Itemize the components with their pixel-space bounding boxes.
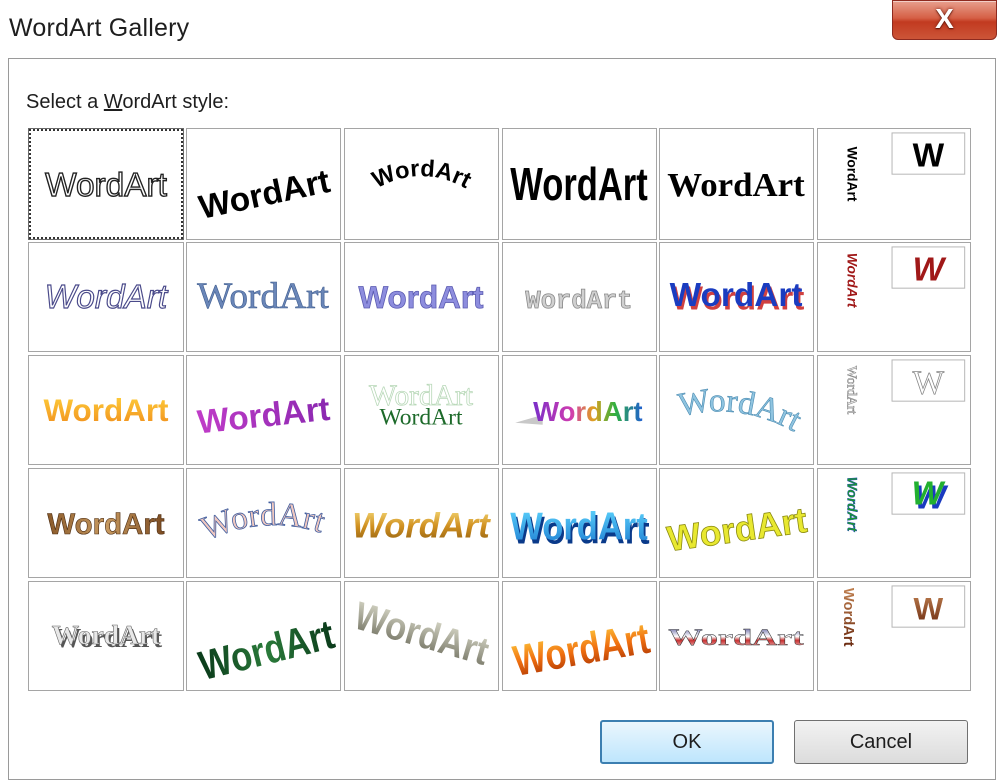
style-sample-text: WordArt (45, 167, 168, 204)
style-sample-text: WordArt (510, 615, 654, 686)
wordart-style-grid: WordArt WordArt WordArt WordArt WordArt … (28, 128, 972, 692)
style-sample-text: WordArt (665, 501, 810, 559)
close-icon: X (935, 3, 954, 34)
style-sample-text: WordArt (52, 620, 161, 650)
style-sample-text: WordArt (675, 382, 808, 440)
wordart-style-29[interactable]: WordArt (659, 581, 814, 691)
wordart-style-10[interactable]: WordArt (502, 242, 657, 352)
style-sample-text: WordArt (47, 508, 164, 541)
style-sample-text: WordArt (510, 505, 647, 549)
wordart-style-27[interactable]: WordArt (344, 581, 499, 691)
wordart-style-9[interactable]: WordArt (344, 242, 499, 352)
close-button[interactable]: X (892, 0, 997, 40)
style-sample-vertical-text: WordArt (844, 147, 859, 202)
style-sample-vertical-text: WordArt (840, 588, 856, 647)
cancel-button[interactable]: Cancel (794, 720, 968, 764)
style-sample-letter: W (913, 137, 945, 174)
style-sample-text: WordArt (368, 155, 476, 193)
style-sample-text: WordArt (525, 287, 632, 316)
wordart-style-25[interactable]: WordArt WordArt (28, 581, 184, 691)
wordart-style-24[interactable]: WordArt WW (817, 468, 971, 578)
wordart-style-28[interactable]: WordArt (502, 581, 657, 691)
style-sample-vertical-text: WordArt (844, 253, 859, 309)
wordart-style-5[interactable]: WordArt (659, 128, 814, 240)
style-sample-letter: W (912, 475, 946, 512)
style-sample-text: WordArt (196, 163, 334, 227)
style-sample-text: WordArt (196, 495, 331, 548)
accelerator-key: W (103, 91, 123, 113)
svg-text:WordArt: WordArt (675, 382, 808, 439)
wordart-style-21[interactable]: WordArt (344, 468, 499, 578)
wordart-style-18[interactable]: WordArt W (817, 355, 971, 465)
style-sample-letter: W (914, 591, 944, 626)
svg-text:WordArt: WordArt (196, 496, 330, 548)
style-sample-text: WordArt (667, 167, 805, 204)
wordart-style-17[interactable]: WordArt (659, 355, 814, 465)
style-sample-text: WordArt (668, 625, 804, 651)
style-sample-text: WordArt (349, 594, 493, 674)
wordart-style-20[interactable]: WordArt (186, 468, 341, 578)
dialog-title: WordArt Gallery (9, 14, 190, 42)
style-sample-letter: W (913, 364, 945, 401)
wordart-style-15[interactable]: WordArt WordArt (344, 355, 499, 465)
wordart-style-19[interactable]: WordArt (28, 468, 184, 578)
style-sample-text: WordArt (510, 158, 647, 210)
ok-button[interactable]: OK (600, 720, 774, 764)
wordart-style-23[interactable]: WordArt (659, 468, 814, 578)
wordart-style-13[interactable]: WordArt (28, 355, 184, 465)
style-sample-text: WordArt (43, 393, 169, 428)
style-sample-text: WordArt (533, 396, 642, 427)
wordart-style-14[interactable]: WordArt (186, 355, 341, 465)
wordart-style-12[interactable]: WordArt W (817, 242, 971, 352)
style-sample-vertical-text: WordArt (844, 366, 859, 415)
style-sample-text: WordArt (358, 280, 484, 315)
wordart-style-30[interactable]: WordArt W (817, 581, 971, 691)
wordart-style-7[interactable]: WordArt (28, 242, 184, 352)
style-sample-text: WordArt (196, 391, 332, 442)
style-sample-letter: W (913, 251, 947, 288)
wordart-style-22[interactable]: WordArt WordArt (502, 468, 657, 578)
wordart-style-3[interactable]: WordArt (344, 128, 499, 240)
title-bar: WordArt Gallery X (0, 0, 1000, 56)
gallery-prompt-label: Select a WordArt style: (26, 91, 230, 113)
wordart-style-6[interactable]: WordArt W (817, 128, 971, 240)
style-sample-text: WordArt (197, 276, 329, 317)
style-sample-text: WordArt (379, 405, 463, 431)
style-sample-text: WordArt (45, 279, 169, 316)
style-sample-vertical-text: WordArt (844, 477, 859, 533)
wordart-style-16[interactable]: WordArt (502, 355, 657, 465)
svg-text:WordArt: WordArt (368, 155, 476, 193)
wordart-style-4[interactable]: WordArt (502, 128, 657, 240)
wordart-style-8[interactable]: WordArt (186, 242, 341, 352)
wordart-style-1[interactable]: WordArt (28, 128, 184, 240)
wordart-style-2[interactable]: WordArt (186, 128, 341, 240)
style-sample-text: WordArt (670, 277, 803, 314)
style-sample-text: WordArt (194, 611, 339, 689)
style-sample-text: WordArt (352, 507, 491, 546)
wordart-style-11[interactable]: WordArt WordArt (659, 242, 814, 352)
wordart-style-26[interactable]: WordArt (186, 581, 341, 691)
